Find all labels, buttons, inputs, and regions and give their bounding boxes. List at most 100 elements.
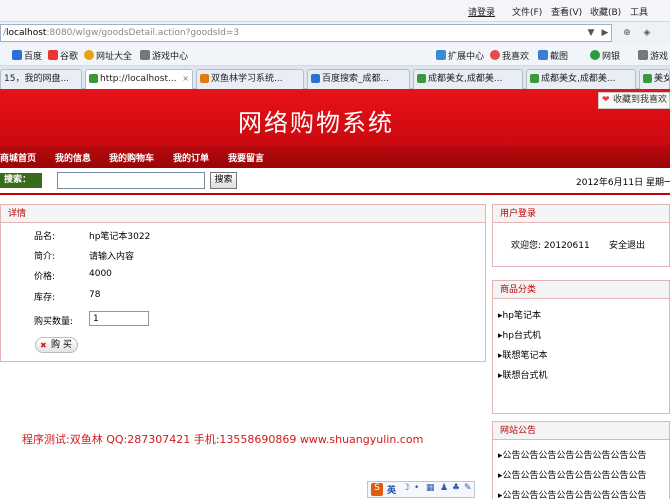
category-item[interactable]: ▸hp台式机: [498, 328, 541, 341]
tab-strip: 15，我的网盘... http://localhost... × 双鱼林学习系统.…: [0, 66, 670, 90]
search-input[interactable]: [57, 172, 205, 189]
user-login-panel: 用户登录 欢迎您: 20120611 安全退出: [492, 204, 670, 267]
menu-favorites[interactable]: 收藏(B): [590, 5, 621, 18]
page-icon: [643, 74, 652, 83]
tab-netdisk[interactable]: 15，我的网盘...: [0, 69, 82, 89]
bookmark-games[interactable]: 游戏中心: [140, 49, 188, 62]
cart-icon: ✖: [40, 341, 47, 350]
gamepad-icon: [140, 50, 150, 60]
site-banner: 网络购物系统: [0, 89, 670, 146]
price-value: 4000: [89, 269, 112, 279]
intro-row: 简介: 请输入内容: [34, 249, 134, 262]
puzzle-icon: [436, 50, 446, 60]
ime-toolbar[interactable]: S 英 ☽ • ▦ ♟ ♣ ✎: [367, 481, 475, 498]
sogou-icon[interactable]: S: [371, 483, 383, 496]
baidu-icon: [311, 74, 320, 83]
page-icon: [417, 74, 426, 83]
notice-heading: 网站公告: [493, 422, 669, 440]
menu-file[interactable]: 文件(F): [512, 5, 542, 18]
moon-icon[interactable]: ☽: [402, 483, 410, 493]
skin-icon[interactable]: ♣: [452, 483, 460, 493]
buy-button[interactable]: ✖ 购 买: [35, 337, 78, 353]
tab-localhost[interactable]: http://localhost... ×: [85, 69, 193, 90]
bookmark-google[interactable]: 谷歌: [48, 49, 78, 62]
shield-icon[interactable]: ⊕: [620, 26, 634, 40]
logout-link[interactable]: 安全退出: [609, 238, 645, 251]
tab-baidu-search[interactable]: 百度搜索_成都...: [307, 69, 410, 89]
tab-beauty[interactable]: 美女: [639, 69, 670, 89]
login-link[interactable]: 请登录: [468, 5, 495, 18]
price-row: 价格: 4000: [34, 269, 112, 282]
nav-home[interactable]: 商城首页: [0, 151, 36, 164]
nav-my-info[interactable]: 我的信息: [55, 151, 91, 164]
address-bar[interactable]: /localhost:8080/wlgw/goodsDetail.action?…: [0, 24, 612, 42]
page-icon: [200, 74, 209, 83]
page-icon: [530, 74, 539, 83]
search-engine-icon[interactable]: ◈: [640, 26, 654, 40]
intro-value: 请输入内容: [89, 252, 135, 262]
page-icon: [89, 74, 98, 83]
extensions-button[interactable]: 扩展中心: [436, 49, 484, 62]
tab-shuangyulin[interactable]: 双鱼林学习系统...: [196, 69, 304, 89]
wrench-icon[interactable]: ✎: [464, 483, 472, 493]
category-item[interactable]: ▸hp笔记本: [498, 308, 541, 321]
notice-panel: 网站公告 ▸公告公告公告公告公告公告公告公告 ▸公告公告公告公告公告公告公告公告…: [492, 421, 670, 499]
dropdown-arrow-icon[interactable]: ▼: [584, 26, 598, 40]
menu-view[interactable]: 查看(V): [551, 5, 582, 18]
current-date: 2012年6月11日 星期一: [576, 178, 670, 188]
gamepad-icon: [638, 50, 648, 60]
close-icon[interactable]: ×: [182, 70, 189, 88]
site-title: 网络购物系统: [238, 109, 394, 137]
site-nav-icon: [84, 50, 94, 60]
add-favorite-button[interactable]: ❤ 收藏到我喜欢: [598, 92, 670, 109]
quantity-input[interactable]: [89, 311, 149, 326]
search-button[interactable]: 搜索: [210, 172, 237, 189]
search-label: 搜索：: [0, 173, 42, 188]
user-icon[interactable]: ♟: [440, 483, 448, 493]
name-row: 品名: hp笔记本3022: [34, 229, 150, 242]
notice-item[interactable]: ▸公告公告公告公告公告公告公告公告: [498, 448, 647, 461]
go-arrow-icon[interactable]: ▶: [598, 26, 612, 40]
bookmarks-bar: 百度 谷歌 网址大全 游戏中心 扩展中心 我喜欢 截图 网银 游戏: [0, 44, 670, 66]
nav-message[interactable]: 我要留言: [228, 151, 264, 164]
category-heading: 商品分类: [493, 281, 669, 299]
scissors-icon: [538, 50, 548, 60]
name-label: 品名:: [34, 232, 56, 242]
stock-value: 78: [89, 290, 101, 300]
detail-heading: 详情: [1, 205, 485, 223]
tab-chengdu-2[interactable]: 成都美女,成都美...: [526, 69, 636, 89]
stock-row: 库存: 78: [34, 290, 100, 303]
login-heading: 用户登录: [493, 205, 669, 223]
nav-orders[interactable]: 我的订单: [173, 151, 209, 164]
netbank-button[interactable]: 网银: [590, 49, 620, 62]
main-nav: 商城首页 我的信息 我的购物车 我的订单 我要留言: [0, 146, 670, 168]
address-bar-row: /localhost:8080/wlgw/goodsDetail.action?…: [0, 22, 670, 44]
ime-language[interactable]: 英: [387, 483, 396, 496]
menu-tools[interactable]: 工具: [630, 5, 648, 18]
games-button[interactable]: 游戏: [638, 49, 668, 62]
category-panel: 商品分类 ▸hp笔记本 ▸hp台式机 ▸联想笔记本 ▸联想台式机: [492, 280, 670, 414]
screenshot-button[interactable]: 截图: [538, 49, 568, 62]
category-item[interactable]: ▸联想笔记本: [498, 348, 548, 361]
url-path: :8080/wlgw/goodsDetail.action?goodsId=3: [46, 28, 240, 38]
qty-label: 购买数量:: [34, 317, 74, 327]
heart-icon: [490, 50, 500, 60]
notice-item[interactable]: ▸公告公告公告公告公告公告公告公告: [498, 468, 647, 481]
tab-chengdu-1[interactable]: 成都美女,成都美...: [413, 69, 523, 89]
bookmark-baidu[interactable]: 百度: [12, 49, 42, 62]
bookmark-hao123[interactable]: 网址大全: [84, 49, 132, 62]
google-icon: [48, 50, 58, 60]
like-button[interactable]: 我喜欢: [490, 49, 529, 62]
stock-label: 库存:: [34, 293, 56, 303]
keyboard-icon[interactable]: ▦: [426, 483, 435, 493]
search-bar: 搜索： 搜索 2012年6月11日 星期一: [0, 168, 670, 195]
name-value: hp笔记本3022: [89, 232, 151, 242]
welcome-text: 欢迎您: 20120611: [511, 241, 590, 251]
url-host: localhost: [6, 28, 47, 38]
notice-item[interactable]: ▸公告公告公告公告公告公告公告公告: [498, 488, 647, 499]
baidu-icon: [12, 50, 22, 60]
punctuation-icon[interactable]: •: [414, 483, 419, 493]
nav-cart[interactable]: 我的购物车: [109, 151, 154, 164]
category-item[interactable]: ▸联想台式机: [498, 368, 548, 381]
intro-label: 简介:: [34, 252, 56, 262]
